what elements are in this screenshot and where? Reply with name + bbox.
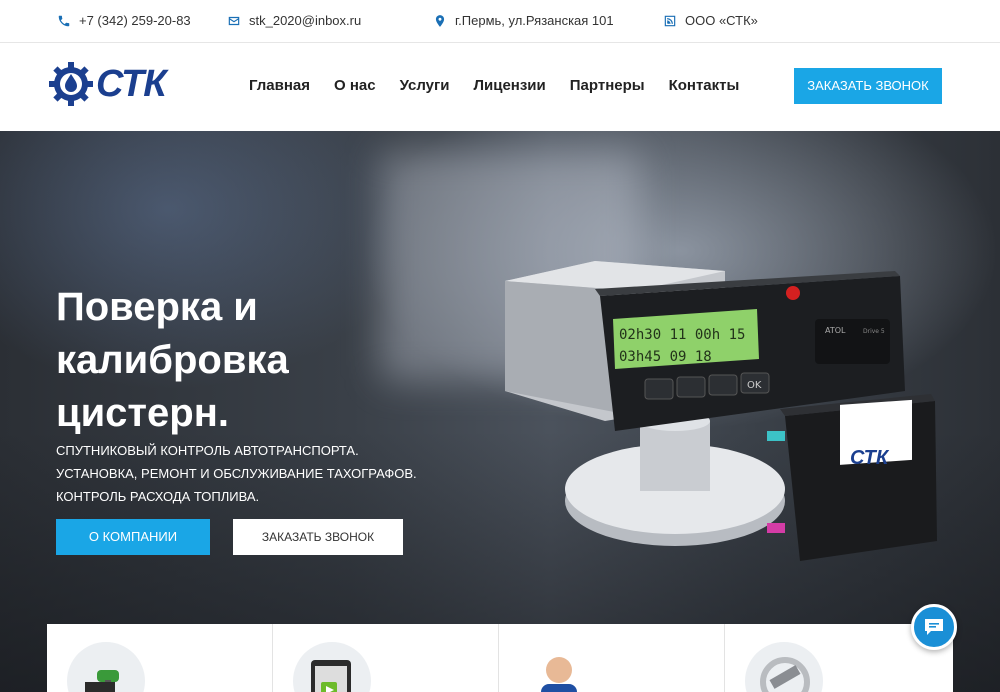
- site-header: СТК Главная О нас Услуги Лицензии Партне…: [0, 43, 1000, 131]
- logo-text: СТК: [96, 62, 167, 105]
- top-info-bar: +7 (342) 259-20-83 stk_2020@inbox.ru г.П…: [0, 0, 1000, 43]
- hero-banner: Поверка и калибровка цистерн. СПУТНИКОВЫ…: [0, 131, 1000, 692]
- fuel-sensor-image: [67, 642, 145, 692]
- hero-order-call-button[interactable]: ЗАКАЗАТЬ ЗВОНОК: [233, 519, 403, 555]
- hero-title-line: цистерн.: [56, 391, 229, 435]
- device-model: Drive 5: [863, 328, 885, 335]
- company-text: ООО «СТК»: [685, 13, 758, 28]
- address-text: г.Пермь, ул.Рязанская 101: [455, 13, 614, 28]
- hero-title-line: калибровка: [56, 338, 289, 382]
- phone-contact[interactable]: +7 (342) 259-20-83: [56, 13, 191, 28]
- order-call-button[interactable]: Заказать звонок: [794, 68, 942, 104]
- service-card[interactable]: [47, 624, 273, 692]
- service-cards: [47, 624, 953, 692]
- technician-image: [519, 642, 597, 692]
- service-card[interactable]: [273, 624, 499, 692]
- hero-subtitle-line: СПУТНИКОВЫЙ КОНТРОЛЬ АВТОТРАНСПОРТА.: [56, 443, 359, 458]
- hero-subtitle-line: КОНТРОЛЬ РАСХОДА ТОПЛИВА.: [56, 489, 260, 504]
- hero-title: Поверка и калибровка цистерн.: [56, 281, 396, 440]
- phone-icon: [56, 13, 71, 28]
- chat-icon: [925, 619, 943, 635]
- nav-contacts[interactable]: Контакты: [669, 77, 740, 94]
- email-contact[interactable]: stk_2020@inbox.ru: [226, 13, 361, 28]
- nav-services[interactable]: Услуги: [400, 77, 450, 94]
- site-logo[interactable]: СТК: [48, 61, 167, 107]
- box-logo-text: СТК: [850, 447, 890, 469]
- location-pin-icon: [432, 13, 447, 28]
- nav-partners[interactable]: Партнеры: [570, 77, 645, 94]
- feed-icon: [662, 13, 677, 28]
- about-company-button[interactable]: О КОМПАНИИ: [56, 519, 210, 555]
- hero-title-line: Поверка и: [56, 285, 258, 329]
- svg-text:OK: OK: [747, 380, 762, 391]
- service-card[interactable]: [499, 624, 725, 692]
- hero-subtitle-line: УСТАНОВКА, РЕМОНТ И ОБСЛУЖИВАНИЕ ТАХОГРА…: [56, 466, 417, 481]
- tachograph-device-image: 02h30 11 00h 15 03h45 09 18 OK ATOL Driv…: [505, 261, 937, 561]
- mail-icon: [226, 13, 241, 28]
- address-contact: г.Пермь, ул.Рязанская 101: [432, 13, 614, 28]
- main-nav: Главная О нас Услуги Лицензии Партнеры К…: [249, 77, 763, 94]
- nav-about[interactable]: О нас: [334, 77, 376, 94]
- display-line-1: 02h30 11 00h 15: [619, 327, 745, 343]
- nav-home[interactable]: Главная: [249, 77, 310, 94]
- display-line-2: 03h45 09 18: [619, 349, 712, 365]
- tablet-app-image: [293, 642, 371, 692]
- nav-licenses[interactable]: Лицензии: [473, 77, 545, 94]
- wrench-image: [745, 642, 823, 692]
- company-info: ООО «СТК»: [662, 13, 758, 28]
- email-text: stk_2020@inbox.ru: [249, 13, 362, 28]
- phone-text: +7 (342) 259-20-83: [79, 13, 191, 28]
- hero-subtitle: СПУТНИКОВЫЙ КОНТРОЛЬ АВТОТРАНСПОРТА. УСТ…: [56, 439, 417, 508]
- device-brand: ATOL: [825, 326, 846, 335]
- chat-widget-button[interactable]: [911, 604, 957, 650]
- gear-logo-icon: [49, 62, 93, 106]
